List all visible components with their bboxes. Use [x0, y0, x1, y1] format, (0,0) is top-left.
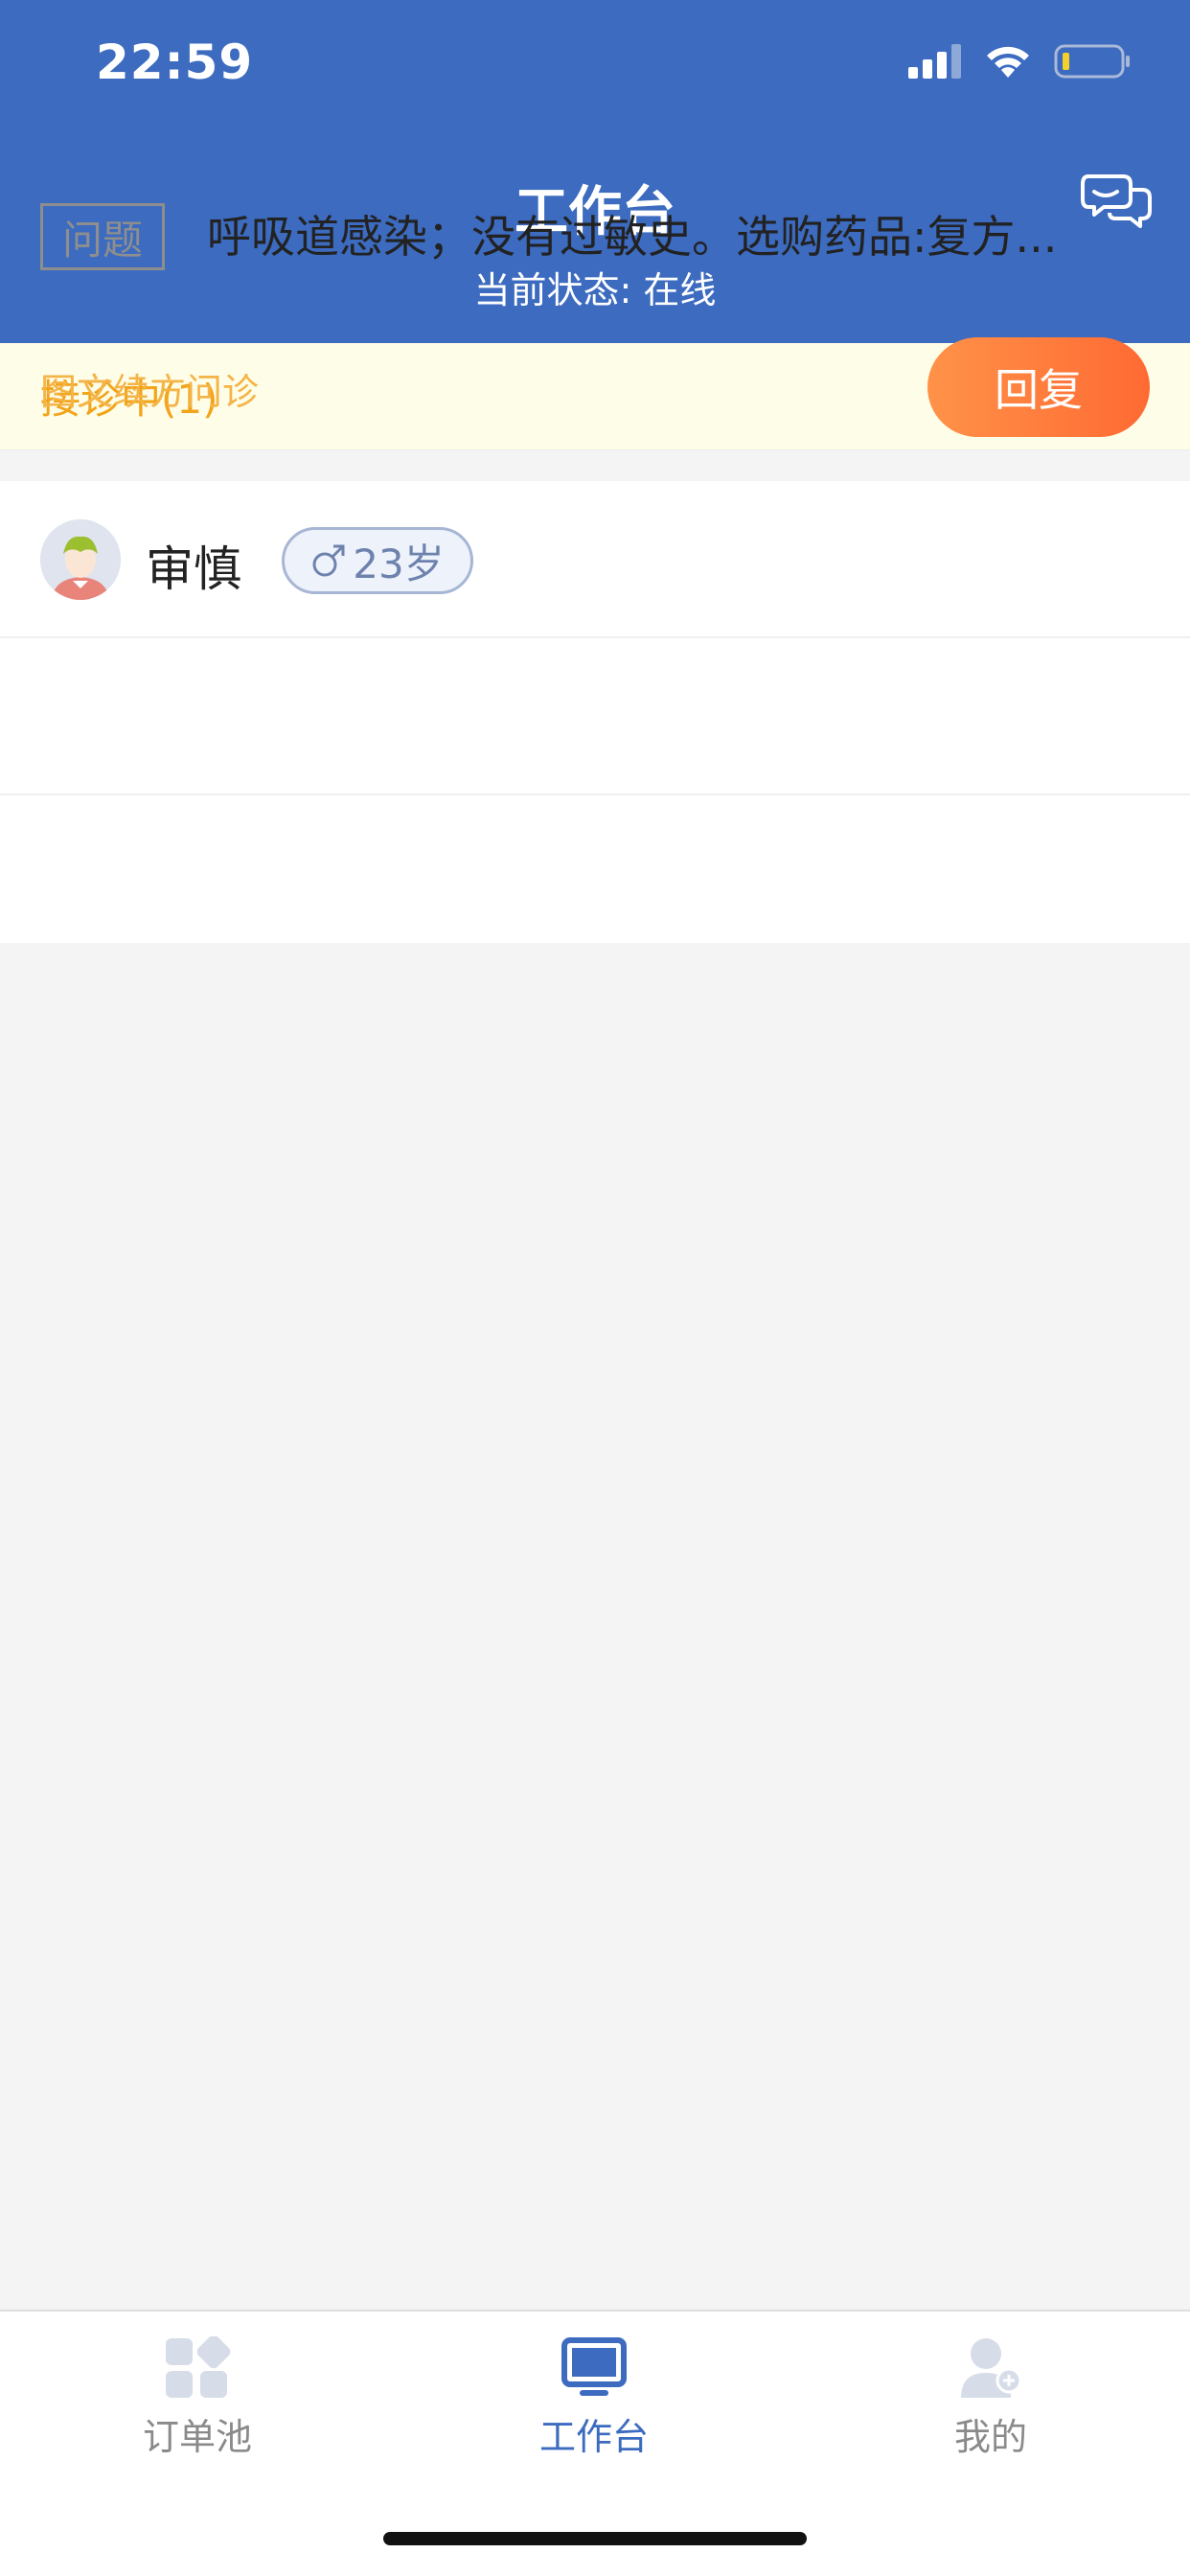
- battery-icon: [1054, 44, 1130, 79]
- consultation-card[interactable]: 审慎 23岁: [0, 481, 1190, 943]
- status-icons: [908, 42, 1131, 80]
- question-row: [0, 638, 1190, 795]
- patient-row: 审慎 23岁: [0, 481, 1190, 638]
- question-tag: 问题: [40, 203, 165, 270]
- tab-label: 我的: [953, 2416, 1027, 2458]
- gender-age-badge: 23岁: [282, 527, 473, 594]
- age-label: 23岁: [353, 540, 445, 587]
- tab-label: 工作台: [538, 2416, 649, 2458]
- tab-mine[interactable]: 我的: [876, 2336, 1106, 2480]
- avatar: [40, 519, 121, 600]
- tab-label: 订单池: [142, 2416, 252, 2458]
- reply-button[interactable]: 回复: [927, 337, 1150, 437]
- user-profile-icon: [961, 2338, 1022, 2398]
- wifi-icon: [987, 46, 1029, 78]
- patient-avatar-icon: [40, 519, 121, 600]
- tab-order-pool[interactable]: 订单池: [82, 2336, 312, 2480]
- male-gender-icon: [312, 544, 345, 577]
- monitor-icon: [561, 2337, 627, 2396]
- signal-icon: [908, 44, 961, 79]
- question-text[interactable]: 呼吸道感染；没有过敏史。选购药品:复方...: [207, 203, 1146, 270]
- service-type-label: 图文续方问诊: [40, 371, 260, 413]
- status-time: 22:59: [96, 34, 254, 90]
- header: 22:59 工作台 当前状态: 在线: [0, 0, 1190, 343]
- patient-name: 审慎: [146, 541, 241, 597]
- action-row: [0, 797, 1190, 943]
- tab-workbench[interactable]: 工作台: [479, 2336, 709, 2480]
- home-indicator: [383, 2532, 807, 2545]
- grid-apps-icon: [166, 2336, 231, 2398]
